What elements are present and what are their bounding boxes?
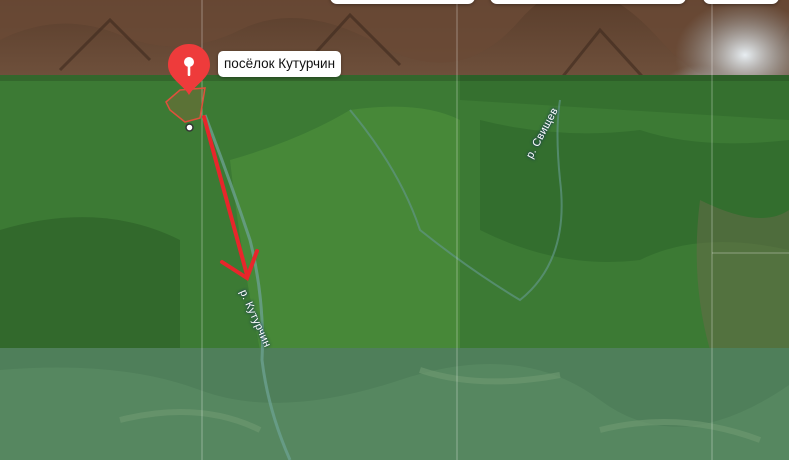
- map-control-chip-3[interactable]: [703, 0, 779, 4]
- map-control-chip-2[interactable]: [490, 0, 686, 4]
- place-label[interactable]: посёлок Кутурчин: [218, 51, 342, 77]
- satellite-map[interactable]: [0, 0, 789, 460]
- place-dot-icon: [185, 123, 194, 132]
- map-control-chip-1[interactable]: [330, 0, 475, 4]
- location-pin-icon[interactable]: [166, 42, 212, 100]
